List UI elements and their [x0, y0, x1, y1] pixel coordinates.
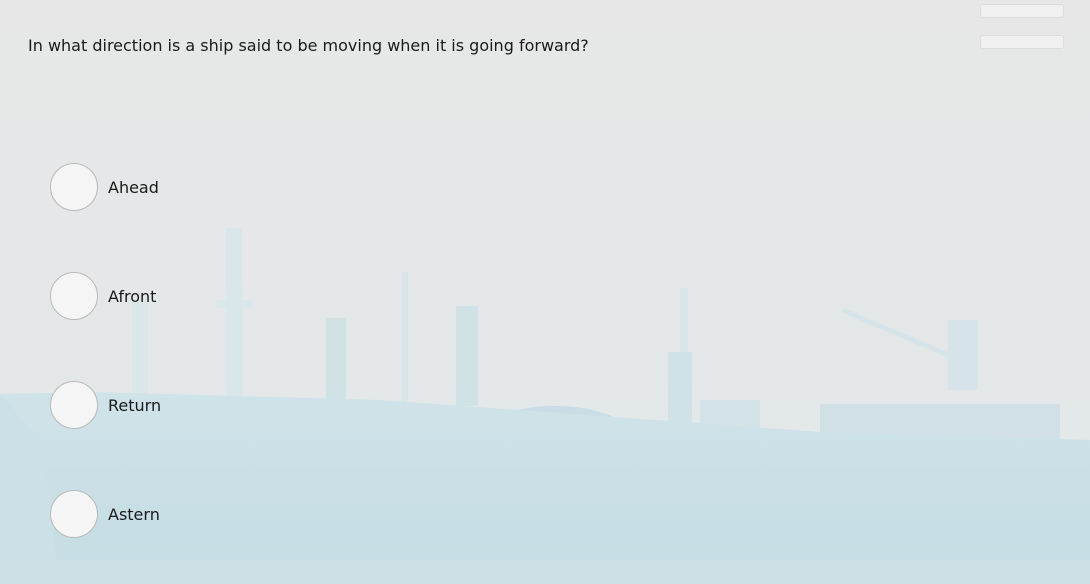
option-label: Afront — [108, 286, 157, 306]
top-right-control-2[interactable] — [980, 35, 1064, 49]
radio-button[interactable] — [50, 381, 98, 429]
question-text: In what direction is a ship said to be m… — [28, 36, 589, 55]
option-label: Astern — [108, 504, 160, 524]
top-right-control-1[interactable] — [980, 4, 1064, 18]
radio-button[interactable] — [50, 490, 98, 538]
option-astern[interactable]: Astern — [50, 489, 160, 539]
option-ahead[interactable]: Ahead — [50, 162, 159, 212]
radio-button[interactable] — [50, 272, 98, 320]
option-label: Return — [108, 395, 162, 415]
quiz-screen: In what direction is a ship said to be m… — [0, 0, 1090, 584]
radio-button[interactable] — [50, 163, 98, 211]
option-return[interactable]: Return — [50, 380, 161, 430]
ship-background-image — [0, 0, 1090, 584]
option-label: Ahead — [108, 177, 159, 197]
option-afront[interactable]: Afront — [50, 271, 156, 321]
